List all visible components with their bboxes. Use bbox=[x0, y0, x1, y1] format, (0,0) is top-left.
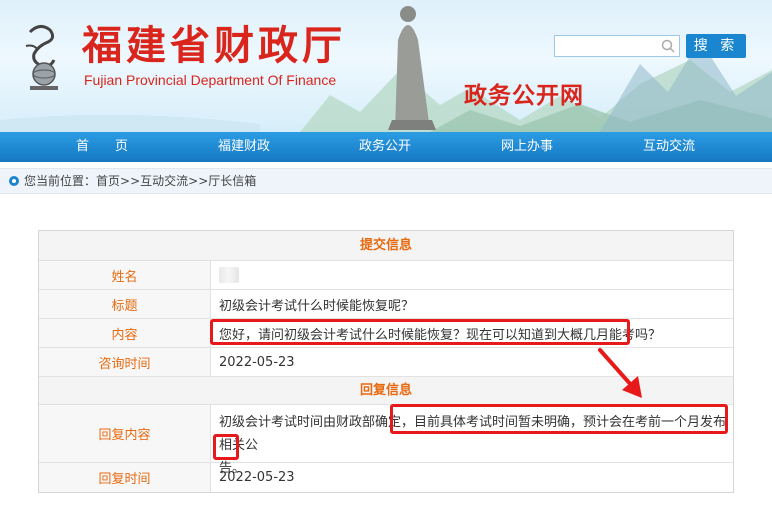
row-reply-time: 回复时间 2022-05-23 bbox=[39, 463, 733, 492]
reply-content-label: 回复内容 bbox=[39, 405, 211, 462]
reply-time-label: 回复时间 bbox=[39, 463, 211, 492]
search-input[interactable] bbox=[559, 37, 663, 57]
highlight-box-reply bbox=[390, 404, 728, 434]
name-value bbox=[211, 261, 733, 289]
breadcrumb-link-home[interactable]: 首页 bbox=[96, 174, 120, 188]
nav-item-interaction[interactable]: 互动交流 bbox=[609, 132, 729, 162]
reply-time-value: 2022-05-23 bbox=[219, 470, 295, 485]
breadcrumb-current[interactable]: 厅长信箱 bbox=[208, 174, 256, 188]
nav-item-government-affairs[interactable]: 政务公开 bbox=[325, 132, 445, 162]
portal-name: 政务公开网 bbox=[464, 83, 584, 109]
breadcrumb: 您当前位置：首页>>互动交流>>厅长信箱 bbox=[0, 168, 772, 194]
nav-item-home[interactable]: 首 页 bbox=[42, 132, 162, 162]
site-title-english: Fujian Provincial Department Of Finance bbox=[84, 72, 337, 88]
reply-content-part1: 初级会计考试时间由财政部确定， bbox=[219, 415, 415, 430]
row-subject: 标题 初级会计考试什么时候能恢复呢？ bbox=[39, 290, 733, 319]
fujian-logo bbox=[25, 25, 58, 90]
search-icon[interactable] bbox=[661, 39, 675, 53]
search-box bbox=[554, 35, 680, 57]
main-nav: 首 页 福建财政 政务公开 网上办事 互动交流 bbox=[0, 132, 772, 162]
header-banner: 福建省财政厅 Fujian Provincial Department Of F… bbox=[0, 0, 772, 132]
content-label: 内容 bbox=[39, 319, 211, 347]
red-arrow-icon bbox=[598, 348, 642, 398]
breadcrumb-prefix: 您当前位置： bbox=[24, 174, 97, 188]
subject-label: 标题 bbox=[39, 290, 211, 318]
breadcrumb-text: 您当前位置：首页>>互动交流>>厅长信箱 bbox=[24, 169, 256, 193]
highlight-box-reply-end bbox=[213, 434, 239, 460]
site-title: 福建省财政厅 bbox=[82, 22, 346, 69]
nav-item-online-services[interactable]: 网上办事 bbox=[467, 132, 587, 162]
breadcrumb-separator: >> bbox=[120, 174, 141, 188]
highlight-box-question bbox=[210, 319, 630, 345]
nav-item-fujian-finance[interactable]: 福建财政 bbox=[184, 132, 304, 162]
row-name: 姓名 bbox=[39, 261, 733, 290]
search-button[interactable]: 搜 索 bbox=[686, 34, 746, 58]
inquiry-time-label: 咨询时间 bbox=[39, 348, 211, 376]
redacted-name bbox=[219, 267, 239, 283]
name-label: 姓名 bbox=[39, 261, 211, 289]
breadcrumb-separator: >> bbox=[188, 174, 209, 188]
location-icon bbox=[9, 176, 19, 186]
submission-section-title: 提交信息 bbox=[39, 231, 733, 261]
breadcrumb-link-interaction[interactable]: 互动交流 bbox=[140, 174, 188, 188]
subject-value: 初级会计考试什么时候能恢复呢？ bbox=[219, 298, 415, 314]
